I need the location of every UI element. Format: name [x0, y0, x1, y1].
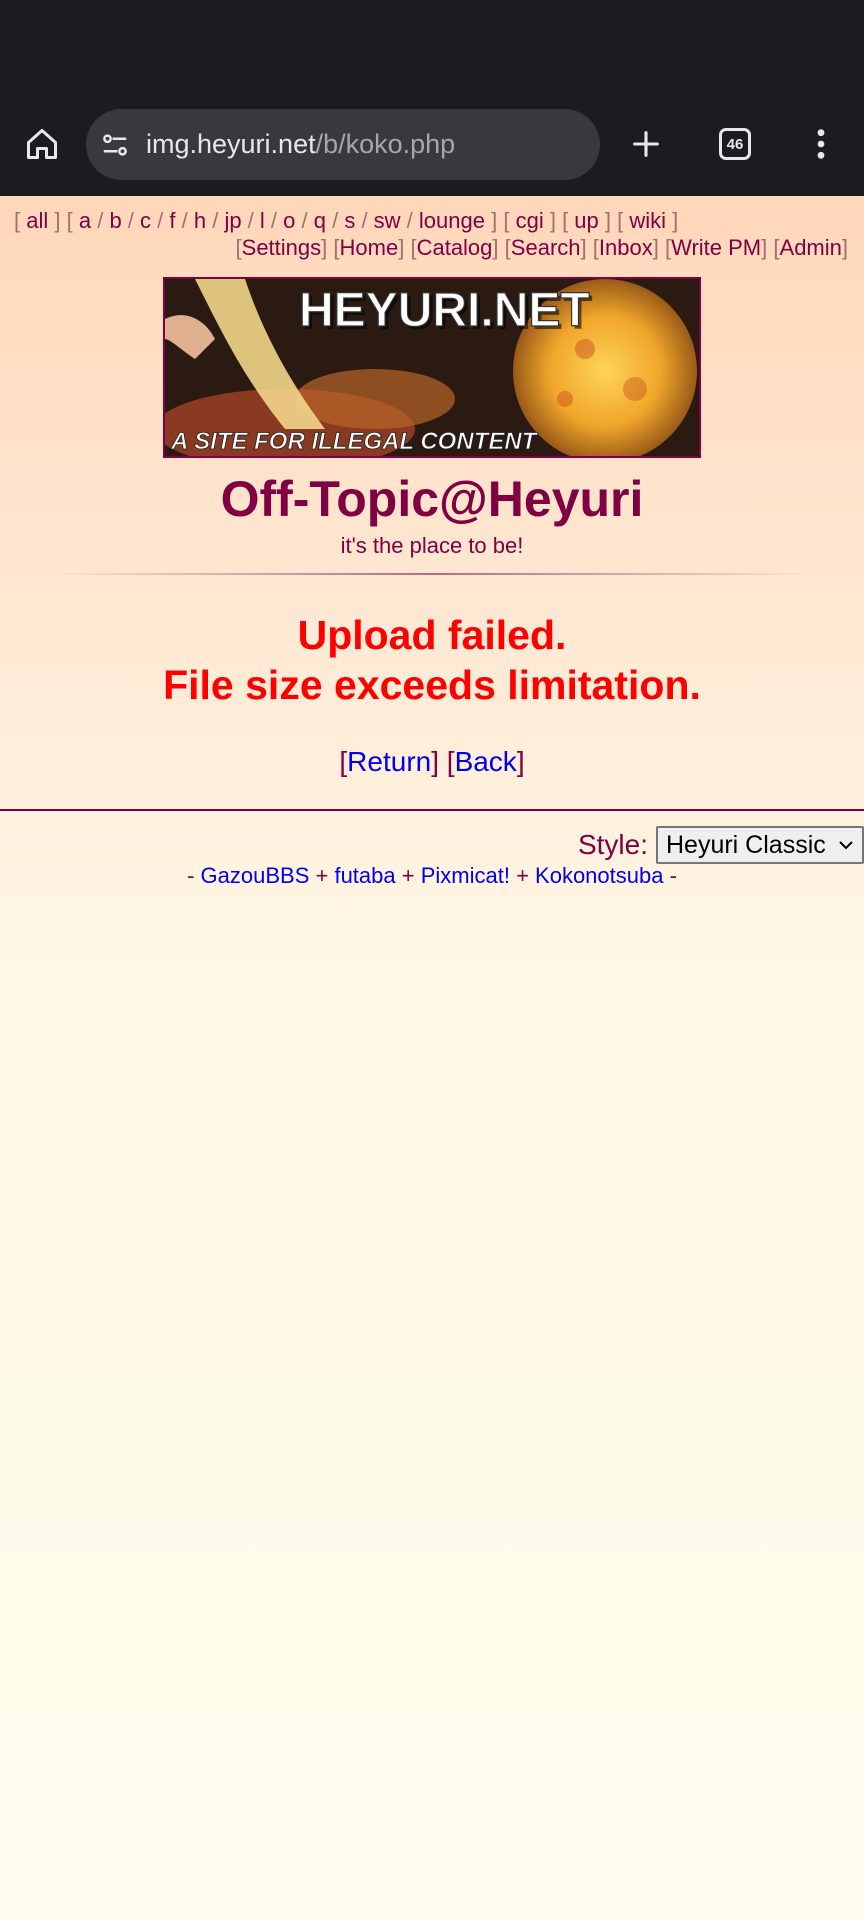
separator: / — [151, 208, 170, 233]
toplink-inbox[interactable]: Inbox — [599, 235, 653, 260]
bracket: [ — [66, 208, 79, 233]
toplink-home[interactable]: Home — [340, 235, 399, 260]
chevron-down-icon — [839, 841, 853, 850]
board-link-h[interactable]: h — [194, 208, 206, 233]
banner-title: HEYURI.NET — [299, 284, 590, 337]
home-icon[interactable] — [18, 120, 66, 168]
bracket: [ — [562, 208, 575, 233]
board-link-all[interactable]: all — [26, 208, 48, 233]
bracket: ] — [580, 235, 587, 260]
bracket: ] — [492, 235, 499, 260]
separator: / — [400, 208, 419, 233]
bracket: ] — [666, 208, 679, 233]
bracket: ] — [761, 235, 768, 260]
separator: / — [91, 208, 110, 233]
style-selector-row: Style: Heyuri Classic — [578, 826, 864, 864]
bracket: [ — [339, 746, 348, 777]
top-links: [Settings] [Home] [Catalog] [Search] [In… — [236, 235, 848, 261]
separator: / — [206, 208, 225, 233]
url-path: /b/koko.php — [315, 129, 456, 159]
browser-toolbar: img.heyuri.net/b/koko.php 46 — [0, 0, 864, 196]
board-link-b[interactable]: b — [109, 208, 121, 233]
bracket: [ — [503, 208, 516, 233]
board-nav: [ all ] [ a / b / c / f / h / jp / l / o… — [14, 208, 678, 234]
address-bar[interactable]: img.heyuri.net/b/koko.php — [86, 109, 600, 180]
page-title: Off-Topic@Heyuri — [220, 471, 644, 527]
toplink-write-pm[interactable]: Write PM — [671, 235, 761, 260]
toplink-settings[interactable]: Settings — [242, 235, 322, 260]
bracket: ] — [321, 235, 328, 260]
board-link-o[interactable]: o — [283, 208, 295, 233]
separator: / — [241, 208, 260, 233]
back-link[interactable]: Back — [455, 746, 517, 777]
board-link-s[interactable]: s — [344, 208, 355, 233]
bracket: [ — [14, 208, 27, 233]
return-back-links: [Return] [Back] — [0, 746, 864, 778]
footer-link-gazoubbs[interactable]: GazouBBS — [201, 863, 310, 888]
more-vert-icon[interactable] — [803, 120, 839, 168]
separator: / — [175, 208, 194, 233]
board-link-wiki[interactable]: wiki — [629, 208, 666, 233]
style-select[interactable]: Heyuri Classic — [656, 826, 864, 864]
bracket: ] — [543, 208, 556, 233]
tab-switcher-icon[interactable]: 46 — [711, 120, 759, 168]
footer-link-pixmicat[interactable]: Pixmicat! — [421, 863, 510, 888]
tab-count: 46 — [719, 128, 751, 160]
style-select-value: Heyuri Classic — [666, 830, 826, 859]
footer-credits: - GazouBBS + futaba + Pixmicat! + Kokono… — [187, 863, 677, 888]
bracket: ] — [841, 235, 848, 260]
divider — [0, 809, 864, 811]
error-message: File size exceeds limitation. — [163, 662, 701, 708]
board-link-q[interactable]: q — [314, 208, 326, 233]
board-link-a[interactable]: a — [79, 208, 91, 233]
footer-link-futaba[interactable]: futaba — [334, 863, 395, 888]
footer-link-kokonotsuba[interactable]: Kokonotsuba — [535, 863, 663, 888]
board-link-sw[interactable]: sw — [374, 208, 401, 233]
bracket: ] — [48, 208, 61, 233]
separator: / — [264, 208, 284, 233]
separator: / — [355, 208, 374, 233]
bracket: ] — [398, 235, 405, 260]
error-heading: Upload failed. — [297, 612, 567, 658]
toplink-admin[interactable]: Admin — [780, 235, 842, 260]
bracket: ] — [652, 235, 659, 260]
separator: / — [325, 208, 345, 233]
board-link-cgi[interactable]: cgi — [516, 208, 544, 233]
bracket: [ — [617, 208, 630, 233]
bracket: [ — [446, 746, 455, 777]
separator: / — [295, 208, 314, 233]
style-label: Style: — [577, 829, 648, 860]
banner-tagline: A SITE FOR ILLEGAL CONTENT — [170, 428, 539, 455]
board-link-up[interactable]: up — [574, 208, 598, 233]
toplink-catalog[interactable]: Catalog — [417, 235, 493, 260]
url-text: img.heyuri.net/b/koko.php — [146, 129, 455, 160]
url-host: img.heyuri.net — [146, 129, 316, 159]
toplink-search[interactable]: Search — [511, 235, 581, 260]
new-tab-icon[interactable] — [622, 120, 670, 168]
return-link[interactable]: Return — [347, 746, 431, 777]
bracket: ] — [484, 208, 498, 233]
bracket: ] — [431, 746, 439, 777]
divider — [48, 573, 816, 575]
board-link-jp[interactable]: jp — [224, 208, 241, 233]
page-subtitle: it's the place to be! — [340, 533, 524, 558]
site-settings-icon[interactable] — [100, 130, 130, 160]
board-link-c[interactable]: c — [140, 208, 151, 233]
separator: / — [121, 208, 141, 233]
bracket: ] — [598, 208, 612, 233]
board-link-lounge[interactable]: lounge — [419, 208, 485, 233]
bracket: ] — [516, 746, 525, 777]
site-banner[interactable]: HEYURI.NET HEYURI.NET A SITE FOR ILLEGAL… — [163, 277, 701, 458]
